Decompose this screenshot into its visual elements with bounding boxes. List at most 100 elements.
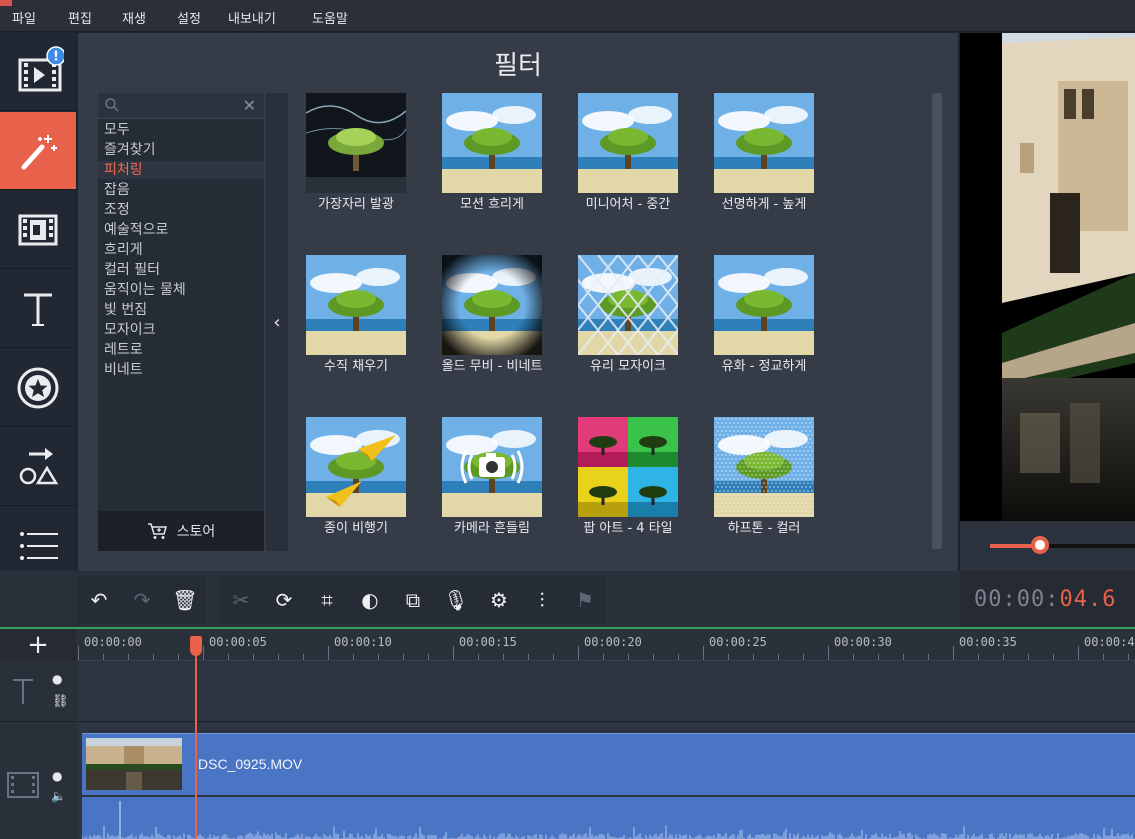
- preview-player[interactable]: [960, 33, 1135, 521]
- color-button[interactable]: ◐: [349, 576, 391, 624]
- trash-icon: 🗑: [172, 588, 198, 612]
- filter-thumbnail: [714, 93, 814, 193]
- category-item[interactable]: 모두: [104, 121, 262, 139]
- filter-item[interactable]: 유리 모자이크: [568, 255, 688, 373]
- category-item[interactable]: 흐리게: [104, 241, 262, 259]
- filter-item[interactable]: 유화 - 정교하게: [704, 255, 824, 373]
- filter-thumbnail: [442, 93, 542, 193]
- filter-label: 선명하게 - 높게: [721, 197, 807, 212]
- filter-item[interactable]: 수직 채우기: [296, 255, 416, 373]
- filter-thumbnail: [306, 417, 406, 517]
- transition-wizard-button[interactable]: ⧉: [392, 576, 434, 624]
- crop-button[interactable]: ⌗: [306, 576, 348, 624]
- add-track-button[interactable]: +: [0, 629, 76, 661]
- ruler-tick: [653, 654, 654, 660]
- sidebar-item-filters[interactable]: [0, 112, 76, 190]
- filter-label: 카메라 흔들림: [454, 521, 530, 536]
- filter-item[interactable]: 미니어처 - 중간: [568, 93, 688, 211]
- scrollbar-thumb[interactable]: [932, 93, 942, 549]
- filter-item[interactable]: 올드 무비 - 비네트: [432, 255, 552, 373]
- sidebar-item-callouts[interactable]: [0, 428, 76, 506]
- ruler-tick: [603, 654, 604, 660]
- undo-button[interactable]: ↶: [78, 576, 120, 624]
- scrub-handle[interactable]: [1031, 536, 1049, 554]
- time-ruler[interactable]: 00:00:00 00:00:05 00:00:10 00:00:15 00:00:20…: [78, 629, 1135, 661]
- list-icon: [20, 531, 58, 560]
- record-button[interactable]: 🎙: [435, 576, 477, 624]
- category-item[interactable]: 조정: [104, 201, 262, 219]
- filter-item[interactable]: 선명하게 - 높게: [704, 93, 824, 211]
- clip-properties-button[interactable]: ⚙: [478, 576, 520, 624]
- video-track-header: ● 🔈: [0, 723, 76, 839]
- rotate-button[interactable]: ⟳: [263, 576, 305, 624]
- ruler-tick: [403, 654, 404, 660]
- ruler-tick: [803, 654, 804, 660]
- filter-item[interactable]: 가장자리 발광: [296, 93, 416, 211]
- ruler-tick: [78, 646, 79, 660]
- redo-button[interactable]: ↷: [121, 576, 163, 624]
- filter-label: 유리 모자이크: [590, 359, 666, 374]
- category-item[interactable]: 컬러 필터: [104, 261, 262, 279]
- filter-thumbnail: [578, 255, 678, 355]
- search-input[interactable]: ✕: [98, 93, 264, 119]
- delete-button[interactable]: 🗑: [164, 576, 206, 624]
- menu-settings[interactable]: 설정: [177, 8, 201, 27]
- sidebar-item-titles[interactable]: [0, 270, 76, 348]
- category-item[interactable]: 잡음: [104, 181, 262, 199]
- text-track[interactable]: [78, 662, 1135, 722]
- eye-icon[interactable]: ●: [52, 769, 62, 783]
- menu-export[interactable]: 내보내기: [228, 8, 276, 27]
- category-item[interactable]: 예술적으로: [104, 221, 262, 239]
- filter-item[interactable]: 모션 흐리게: [432, 93, 552, 211]
- video-track-icon: [7, 772, 39, 798]
- category-item[interactable]: 피처링: [98, 161, 264, 179]
- filter-item[interactable]: 카메라 흔들림: [432, 417, 552, 535]
- filter-item[interactable]: 종이 비행기: [296, 417, 416, 535]
- video-clip[interactable]: DSC_0925.MOV: [82, 733, 1135, 795]
- speaker-icon[interactable]: 🔈: [51, 789, 66, 803]
- category-item[interactable]: 움직이는 물체: [104, 281, 262, 299]
- ruler-tick: [378, 654, 379, 660]
- shapes-icon: [19, 447, 59, 484]
- playhead[interactable]: [195, 641, 197, 839]
- category-item[interactable]: 레트로: [104, 341, 262, 359]
- ruler-tick: [103, 654, 104, 660]
- ruler-tick: [1003, 654, 1004, 660]
- sidebar-item-import[interactable]: !: [0, 33, 76, 111]
- menu-file[interactable]: 파일: [12, 8, 36, 27]
- sidebar-item-stickers[interactable]: [0, 349, 76, 427]
- marker-button[interactable]: ⚑: [564, 576, 606, 624]
- ruler-tick: [203, 646, 204, 660]
- filter-label: 모션 흐리게: [460, 197, 524, 212]
- audio-settings-button[interactable]: ⫶: [521, 576, 563, 624]
- filter-scrollbar[interactable]: [932, 93, 942, 549]
- category-item[interactable]: 즐겨찾기: [104, 141, 262, 159]
- edit-toolbar-area: ↶ ↷ 🗑 ✂ ⟳ ⌗ ◐ ⧉ 🎙 ⚙ ⫶ ⚑: [0, 571, 960, 627]
- clear-search-icon[interactable]: ✕: [243, 96, 256, 115]
- filter-item[interactable]: 하프톤 - 컬러: [704, 417, 824, 535]
- link-icon[interactable]: ⛓: [52, 694, 69, 709]
- menu-playback[interactable]: 재생: [122, 8, 146, 27]
- sidebar-item-transitions[interactable]: [0, 191, 76, 269]
- ruler-tick-label: 00:00:10: [334, 635, 392, 649]
- filter-item[interactable]: 팝 아트 - 4 타일: [568, 417, 688, 535]
- audio-waveform[interactable]: [81, 797, 1135, 839]
- menu-help[interactable]: 도움말: [312, 8, 348, 27]
- ruler-tick-label: 00:00:35: [959, 635, 1017, 649]
- ruler-tick: [453, 646, 454, 660]
- filter-label: 미니어처 - 중간: [585, 197, 671, 212]
- menu-bar: 파일 편집 재생 설정 내보내기 도움말: [0, 0, 1135, 32]
- category-item[interactable]: 비네트: [104, 361, 262, 379]
- filter-thumbnail: [442, 417, 542, 517]
- eye-icon[interactable]: ●: [52, 672, 62, 686]
- collapse-panel-button[interactable]: ‹: [266, 93, 288, 551]
- notification-badge: !: [53, 49, 59, 64]
- store-button[interactable]: 스토어: [98, 511, 264, 551]
- text-track-header: ● ⛓: [0, 662, 76, 722]
- ruler-tick: [303, 654, 304, 660]
- category-item[interactable]: 모자이크: [104, 321, 262, 339]
- cut-button[interactable]: ✂: [220, 576, 262, 624]
- ruler-tick: [503, 654, 504, 660]
- menu-edit[interactable]: 편집: [68, 8, 92, 27]
- category-item[interactable]: 빛 번짐: [104, 301, 262, 319]
